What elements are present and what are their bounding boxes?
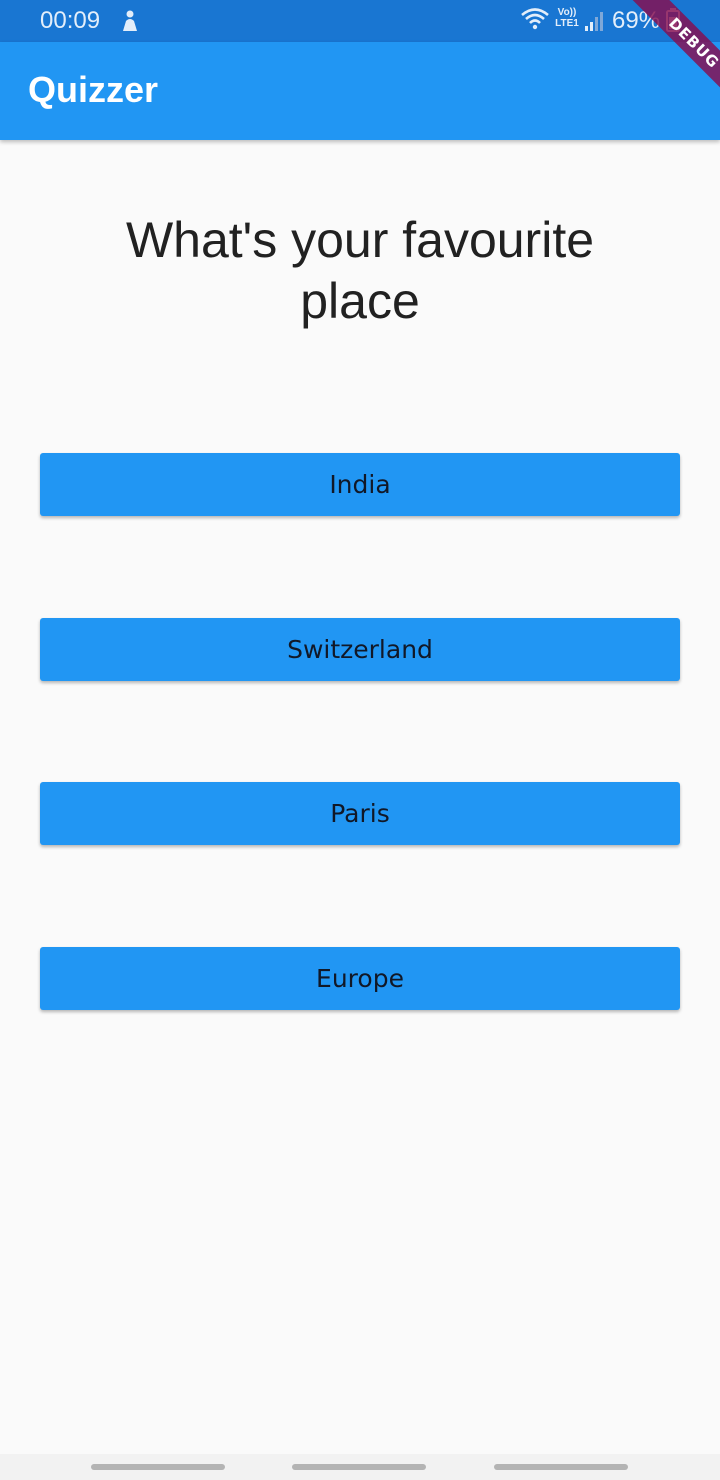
answer-button-europe[interactable]: Europe <box>40 947 680 1010</box>
answer-button-paris[interactable]: Paris <box>40 782 680 845</box>
signal-icon <box>585 12 603 31</box>
navigation-bar <box>0 1454 720 1480</box>
network-label: Vo)) LTE1 <box>555 7 579 29</box>
app-bar: Quizzer <box>0 42 720 140</box>
app-title: Quizzer <box>28 69 159 110</box>
wifi-icon <box>521 8 549 30</box>
answer-button-india[interactable]: India <box>40 453 680 516</box>
question-text: What's your favourite place <box>125 212 595 329</box>
status-bar: 00:09 Vo)) LTE1 69% <box>0 0 720 42</box>
status-time: 00:09 <box>40 7 101 34</box>
nav-back-handle[interactable] <box>494 1464 628 1470</box>
battery-percent: 69% <box>612 7 661 34</box>
answer-button-switzerland[interactable]: Switzerland <box>40 618 680 681</box>
battery-icon <box>666 8 680 32</box>
notification-icon <box>123 10 137 31</box>
nav-recents-handle[interactable] <box>91 1464 225 1470</box>
nav-home-handle[interactable] <box>292 1464 426 1470</box>
